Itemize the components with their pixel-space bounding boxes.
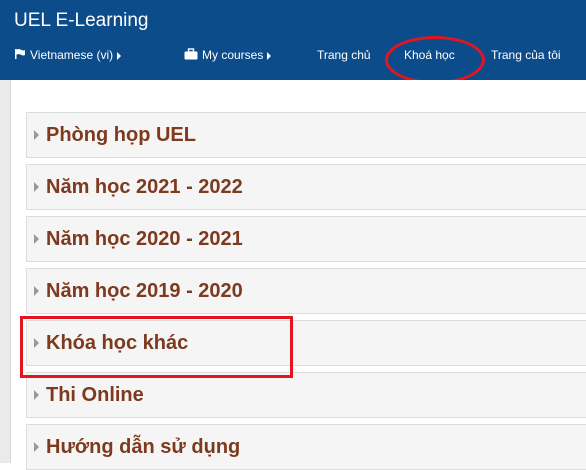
caret-right-icon bbox=[34, 234, 39, 244]
flag-icon bbox=[14, 45, 26, 67]
category-item[interactable]: Thi Online bbox=[26, 372, 586, 418]
category-label[interactable]: Hướng dẫn sử dụng bbox=[46, 436, 240, 459]
divider bbox=[10, 80, 11, 463]
category-label[interactable]: Khóa học khác bbox=[46, 332, 188, 355]
category-label[interactable]: Phòng họp UEL bbox=[46, 124, 196, 147]
category-label[interactable]: Năm học 2021 - 2022 bbox=[46, 176, 243, 199]
category-label[interactable]: Năm học 2019 - 2020 bbox=[46, 280, 243, 303]
category-item[interactable]: Năm học 2019 - 2020 bbox=[26, 268, 586, 314]
category-item[interactable]: Khóa học khác bbox=[26, 320, 586, 366]
caret-right-icon bbox=[34, 442, 39, 452]
site-brand[interactable]: UEL E-Learning bbox=[14, 10, 148, 32]
menu-my-page[interactable]: Trang của tôi bbox=[491, 44, 561, 66]
category-item[interactable]: Năm học 2020 - 2021 bbox=[26, 216, 586, 262]
category-item[interactable]: Năm học 2021 - 2022 bbox=[26, 164, 586, 210]
top-navbar: UEL E-Learning Vietnamese (vi) My course… bbox=[0, 0, 586, 84]
caret-right-icon bbox=[34, 338, 39, 348]
menu-courses[interactable]: Khoá học bbox=[404, 44, 455, 66]
briefcase-icon bbox=[184, 45, 198, 67]
caret-right-icon bbox=[34, 286, 39, 296]
category-label[interactable]: Năm học 2020 - 2021 bbox=[46, 228, 243, 251]
caret-right-icon bbox=[267, 51, 272, 60]
menu-my-courses[interactable]: My courses bbox=[184, 44, 272, 67]
caret-right-icon bbox=[34, 182, 39, 192]
category-label[interactable]: Thi Online bbox=[46, 384, 144, 407]
caret-right-icon bbox=[117, 51, 122, 60]
category-item[interactable]: Phòng họp UEL bbox=[26, 112, 586, 158]
menu-my-courses-label: My courses bbox=[202, 48, 264, 62]
left-sidebar-strip bbox=[0, 80, 10, 463]
category-item[interactable]: Hướng dẫn sử dụng bbox=[26, 424, 586, 470]
menu-language[interactable]: Vietnamese (vi) bbox=[14, 44, 122, 67]
caret-right-icon bbox=[34, 390, 39, 400]
menu-home[interactable]: Trang chủ bbox=[317, 44, 371, 66]
menu-language-label: Vietnamese (vi) bbox=[30, 48, 114, 62]
caret-right-icon bbox=[34, 130, 39, 140]
